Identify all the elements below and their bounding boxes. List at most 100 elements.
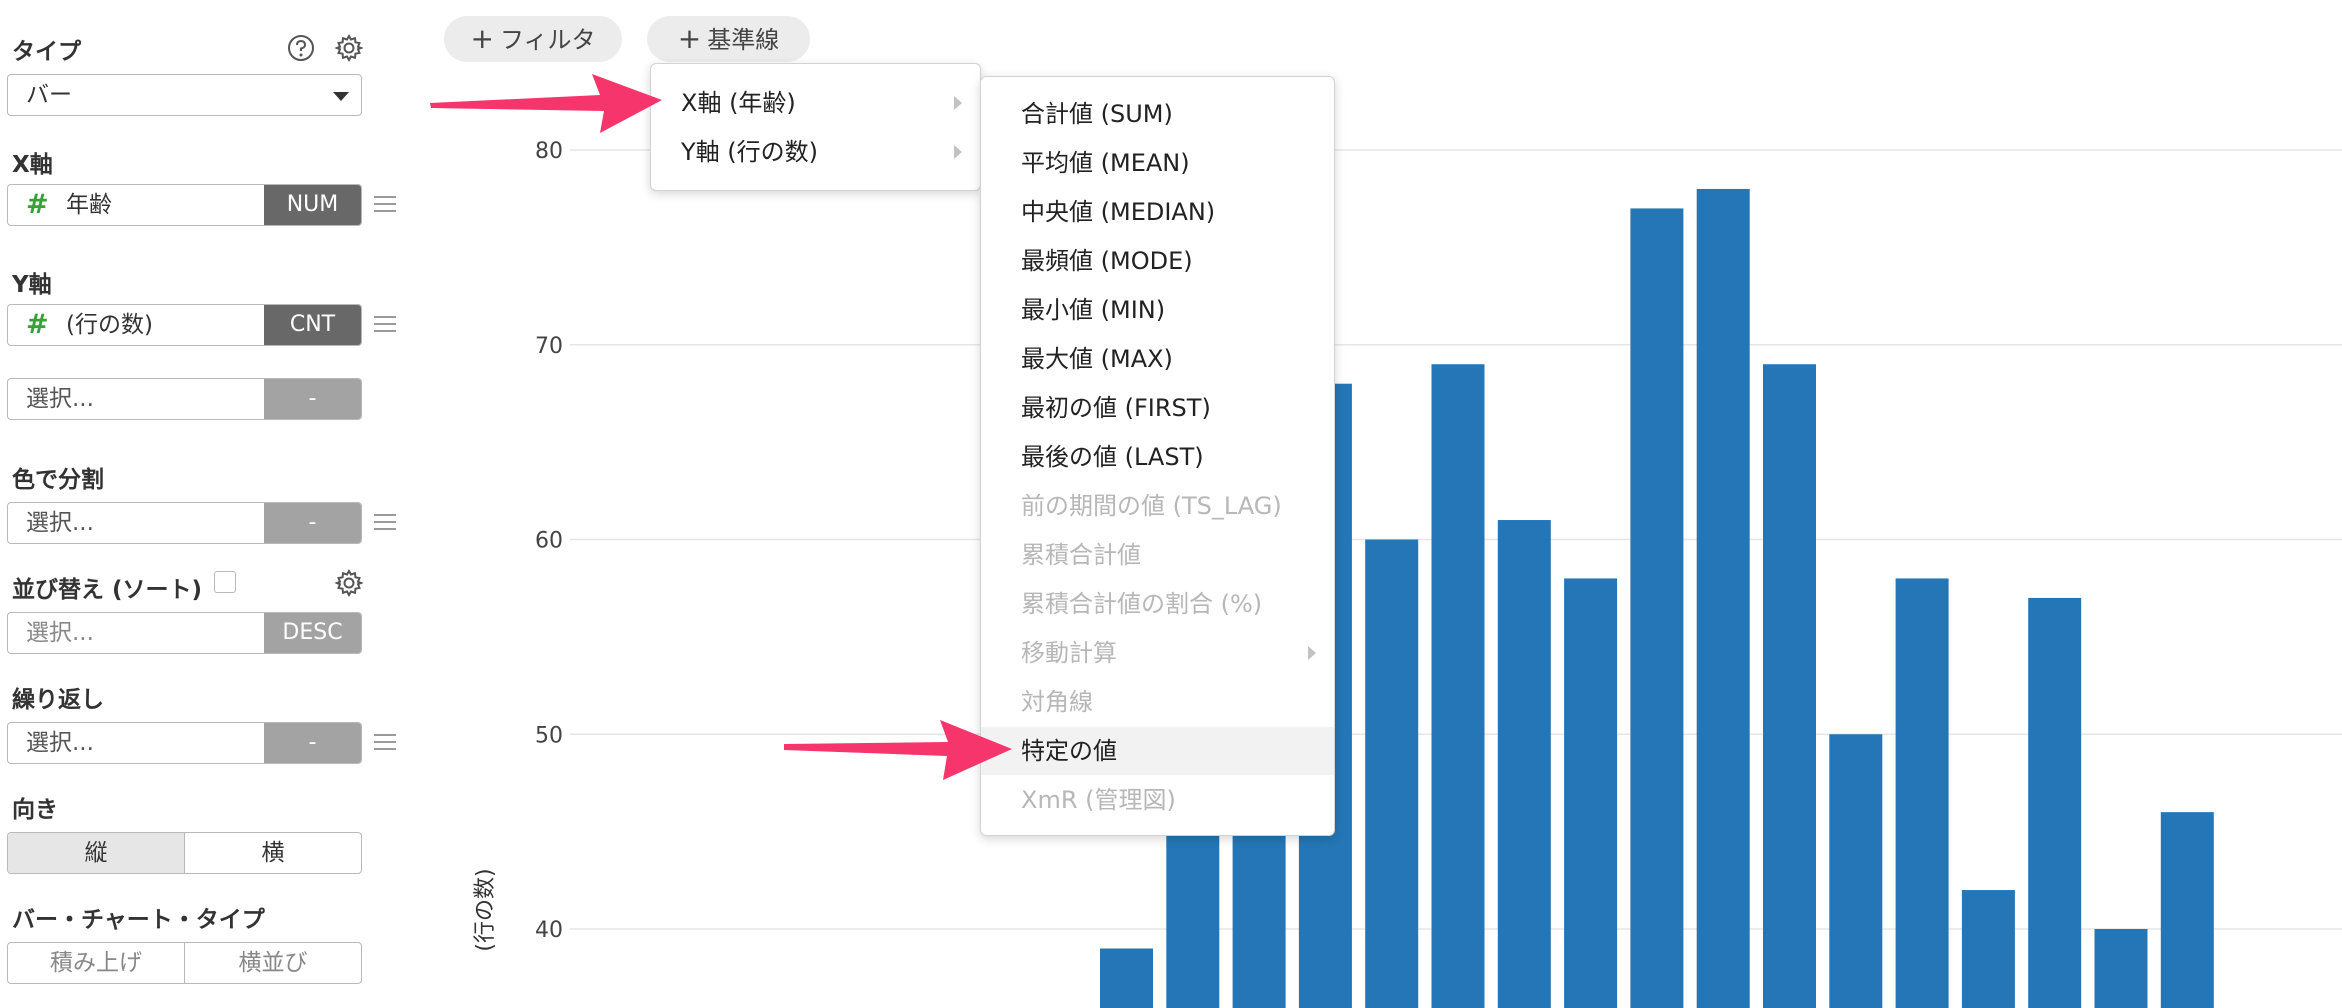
menu-item-label: 平均値 (MEAN) (1021, 149, 1190, 177)
bar-chart-type-label: バー・チャート・タイプ (12, 907, 265, 933)
bar[interactable] (2160, 812, 2214, 1008)
menu-item-label: XmR (管理図) (1021, 786, 1176, 814)
stacked-button[interactable]: 積み上げ (8, 943, 184, 983)
menu-item-label: 移動計算 (1021, 639, 1117, 667)
menu-item-last[interactable]: 最後の値 (LAST) (981, 433, 1334, 481)
repeat-menu-icon[interactable] (374, 734, 396, 755)
axis-select-menu: X軸 (年齢) Y軸 (行の数) (650, 63, 981, 191)
color-split-menu-icon[interactable] (374, 514, 396, 535)
menu-item-mean[interactable]: 平均値 (MEAN) (981, 139, 1334, 187)
direction-vertical-button[interactable]: 縦 (8, 833, 184, 873)
menu-item-max[interactable]: 最大値 (MAX) (981, 335, 1334, 383)
menu-item-y-axis-label: Y軸 (行の数) (681, 138, 819, 166)
menu-item-specific-value[interactable]: 特定の値 (981, 727, 1334, 775)
y-axis-column: (行の数) (66, 312, 153, 338)
sort-order-tag[interactable]: DESC (264, 613, 361, 653)
bar[interactable] (1961, 890, 2015, 1008)
bar[interactable] (1564, 578, 1618, 1008)
chevron-right-icon (1308, 646, 1316, 660)
bar[interactable] (2028, 597, 2082, 1008)
side-by-side-button[interactable]: 横並び (184, 943, 361, 983)
menu-item-label: 中央値 (MEDIAN) (1021, 198, 1216, 226)
bar[interactable] (1365, 539, 1419, 1008)
repeat-tag[interactable]: - (264, 723, 361, 763)
menu-item-first[interactable]: 最初の値 (FIRST) (981, 384, 1334, 432)
menu-item-label: 最後の値 (LAST) (1021, 443, 1204, 471)
direction-toggle: 縦 横 (7, 832, 362, 874)
sort-label: 並び替え (ソート) (12, 577, 203, 603)
y-tick-label: 60 (535, 529, 563, 554)
x-axis-menu-icon[interactable] (374, 196, 396, 217)
chart-settings-sidebar: タイプ バー X軸 # 年齢 NUM Y軸 # (行の数) CNT 選択... … (0, 0, 396, 1008)
bar[interactable] (1100, 948, 1153, 1008)
direction-horizontal-button[interactable]: 横 (184, 833, 361, 873)
bar[interactable] (1630, 208, 1684, 1008)
menu-item-median[interactable]: 中央値 (MEDIAN) (981, 188, 1334, 236)
y-axis-label: Y軸 (12, 272, 52, 298)
menu-item-y-axis[interactable]: Y軸 (行の数) (651, 128, 980, 176)
chevron-right-icon (954, 145, 962, 159)
chevron-down-icon (333, 92, 349, 101)
menu-item-sum[interactable]: 合計値 (SUM) (981, 90, 1334, 138)
menu-item-x-axis[interactable]: X軸 (年齢) (651, 79, 980, 127)
menu-item-min[interactable]: 最小値 (MIN) (981, 286, 1334, 334)
y-axis-title: (行の数) (473, 868, 498, 951)
add-filter-button[interactable]: + フィルタ (444, 16, 622, 62)
bar[interactable] (2094, 929, 2148, 1008)
color-split-field[interactable]: 選択... - (7, 502, 362, 544)
plus-icon: + (470, 22, 494, 55)
x-axis-field[interactable]: # 年齢 NUM (7, 184, 362, 226)
y-tick-label: 80 (535, 139, 563, 164)
y-tick-label: 50 (535, 723, 563, 748)
y-axis-field[interactable]: # (行の数) CNT (7, 304, 362, 346)
plus-icon: + (677, 22, 702, 55)
chart-type-select[interactable]: バー (7, 74, 362, 116)
menu-item-cumulative-sum: 累積合計値 (981, 531, 1334, 579)
menu-item-label: 合計値 (SUM) (1021, 100, 1173, 128)
x-axis-column: 年齢 (66, 192, 112, 218)
menu-item-mode[interactable]: 最頻値 (MODE) (981, 237, 1334, 285)
add-filter-label: フィルタ (499, 26, 596, 54)
gear-icon[interactable] (334, 33, 364, 63)
color-split-tag[interactable]: - (264, 503, 361, 543)
color-split-label: 色で分割 (12, 467, 104, 493)
x-axis-type-tag[interactable]: NUM (264, 185, 361, 225)
bar[interactable] (1763, 364, 1816, 1008)
gear-icon[interactable] (334, 568, 364, 598)
chevron-right-icon (954, 96, 962, 110)
bar[interactable] (1895, 578, 1949, 1008)
bar[interactable] (1431, 364, 1485, 1008)
bar[interactable] (1696, 188, 1750, 1008)
menu-item-diagonal: 対角線 (981, 678, 1334, 726)
menu-item-label: 累積合計値の割合 (%) (1021, 590, 1263, 618)
add-reference-line-button[interactable]: + 基準線 (647, 16, 810, 62)
repeat-field[interactable]: 選択... - (7, 722, 362, 764)
sort-field[interactable]: 選択... DESC (7, 612, 362, 654)
menu-item-label: 特定の値 (1021, 737, 1117, 765)
menu-item-cumulative-ratio: 累積合計値の割合 (%) (981, 580, 1334, 628)
add-reference-line-label: 基準線 (707, 26, 780, 54)
direction-label: 向き (12, 797, 58, 823)
menu-item-label: 対角線 (1021, 688, 1093, 716)
color-split-placeholder: 選択... (26, 510, 94, 536)
sort-checkbox[interactable] (214, 571, 236, 593)
menu-item-label: 前の期間の値 (TS_LAG) (1021, 492, 1282, 520)
sort-placeholder: 選択... (26, 620, 94, 646)
bar[interactable] (1829, 734, 1883, 1008)
menu-item-label: 最小値 (MIN) (1021, 296, 1166, 324)
x-axis-label: X軸 (12, 152, 53, 178)
repeat-placeholder: 選択... (26, 730, 94, 756)
chart-type-value: バー (26, 82, 72, 108)
bar[interactable] (1497, 520, 1551, 1008)
y-axis-add-tag[interactable]: - (264, 379, 361, 419)
menu-item-moving-calc: 移動計算 (981, 629, 1334, 677)
menu-item-label: 最初の値 (FIRST) (1021, 394, 1211, 422)
y-axis-aggregate-tag[interactable]: CNT (264, 305, 361, 345)
y-axis-add-field[interactable]: 選択... - (7, 378, 362, 420)
help-icon[interactable] (286, 33, 316, 63)
menu-item-xmr: XmR (管理図) (981, 776, 1334, 824)
y-axis-add-placeholder: 選択... (26, 386, 94, 412)
repeat-label: 繰り返し (12, 687, 104, 713)
type-label: タイプ (12, 39, 81, 65)
y-axis-menu-icon[interactable] (374, 316, 396, 337)
